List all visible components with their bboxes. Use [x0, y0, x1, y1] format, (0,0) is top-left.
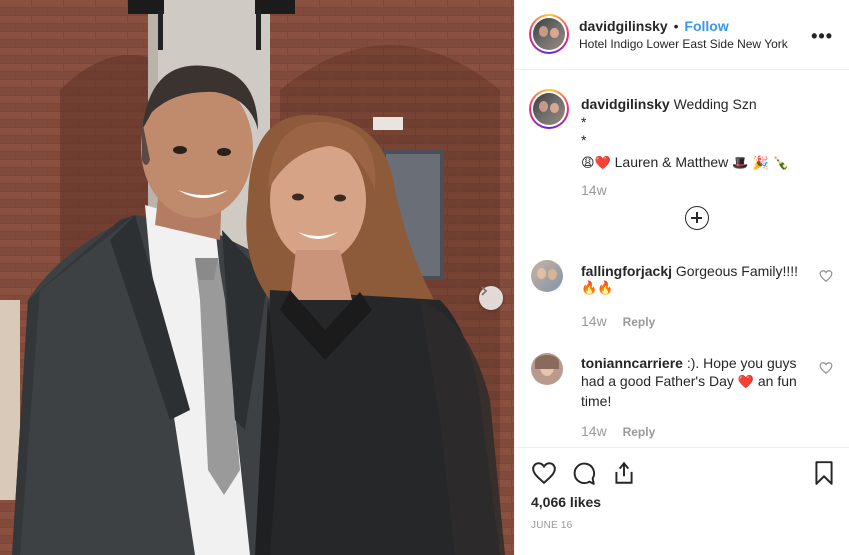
- comment-username[interactable]: tonianncarriere: [581, 355, 683, 371]
- commenter-avatar[interactable]: [531, 353, 563, 385]
- next-image-button[interactable]: [479, 286, 503, 310]
- comment-text: Gorgeous Family!!!!: [675, 263, 799, 279]
- wedding-photo-illustration: [0, 0, 514, 555]
- commenter-avatar[interactable]: [531, 260, 563, 292]
- reply-button[interactable]: Reply: [623, 425, 656, 439]
- caption-line-3: *: [581, 132, 587, 148]
- comment-meta: 14w Reply: [581, 423, 655, 439]
- comment-heart-emoji: ❤️: [737, 375, 754, 390]
- header-user-line: davidgilinsky • Follow: [579, 18, 729, 34]
- caption-username[interactable]: davidgilinsky: [581, 96, 670, 112]
- caption-text: Wedding Szn: [673, 96, 757, 112]
- comment-time[interactable]: 14w: [581, 313, 607, 329]
- heart-icon[interactable]: [531, 460, 557, 486]
- caption-couple: Lauren & Matthew: [614, 154, 729, 170]
- comment-emoji: 🔥🔥: [581, 281, 614, 296]
- comment-username[interactable]: fallingforjackj: [581, 263, 672, 279]
- heart-icon[interactable]: [819, 361, 833, 375]
- comment-time[interactable]: 14w: [581, 423, 607, 439]
- author-username[interactable]: davidgilinsky: [579, 18, 668, 34]
- likes-count[interactable]: 4,066 likes: [531, 494, 601, 510]
- caption-line-2: *: [581, 114, 587, 130]
- plus-icon[interactable]: [685, 206, 709, 230]
- post-detail-panel: davidgilinsky • Follow Hotel Indigo Lowe…: [514, 0, 849, 555]
- heart-icon[interactable]: [819, 269, 833, 283]
- post-photo[interactable]: [0, 0, 514, 555]
- caption-time[interactable]: 14w: [581, 181, 841, 199]
- caption-emoji-left: 😩❤️: [581, 156, 611, 171]
- post-date[interactable]: JUNE 16: [531, 520, 572, 531]
- follow-button[interactable]: Follow: [684, 18, 728, 34]
- comment-meta: 14w Reply: [581, 313, 655, 329]
- caption-body: davidgilinsky Wedding Szn * * 😩❤️ Lauren…: [581, 95, 841, 199]
- share-icon[interactable]: [611, 460, 637, 486]
- bookmark-icon[interactable]: [811, 460, 837, 486]
- comment-body: fallingforjackj Gorgeous Family!!!! 🔥🔥: [581, 262, 801, 298]
- author-avatar[interactable]: [529, 14, 569, 54]
- location-link[interactable]: Hotel Indigo Lower East Side New York: [579, 37, 788, 51]
- chevron-right-icon: [481, 286, 488, 296]
- caption-emoji-right: 🎩 🎉 🍾: [732, 156, 789, 171]
- comment-body: tonianncarriere :). Hope you guys had a …: [581, 354, 801, 410]
- caption-avatar[interactable]: [529, 89, 569, 129]
- post-header: davidgilinsky • Follow Hotel Indigo Lowe…: [515, 0, 849, 70]
- post-actions: 4,066 likes JUNE 16: [515, 447, 849, 555]
- separator-dot: •: [673, 18, 679, 34]
- reply-button[interactable]: Reply: [623, 315, 656, 329]
- more-options-icon[interactable]: •••: [811, 26, 833, 47]
- comment-icon[interactable]: [571, 460, 597, 486]
